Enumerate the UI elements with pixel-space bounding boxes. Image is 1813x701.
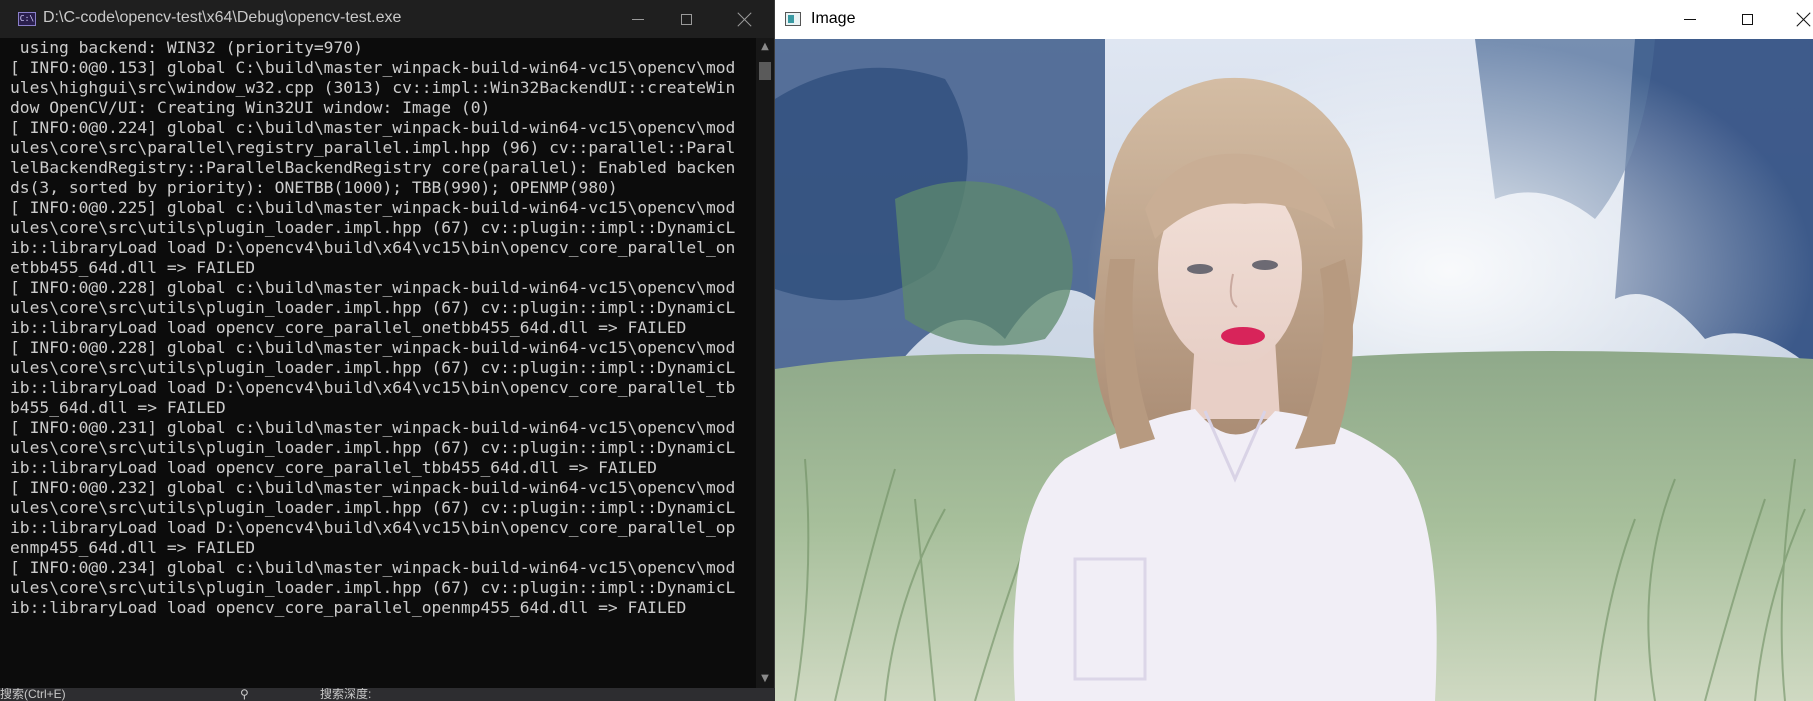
console-line: ib::libraryLoad load opencv_core_paralle… <box>10 598 687 617</box>
console-line: ib::libraryLoad load opencv_core_paralle… <box>10 318 687 337</box>
minimize-icon <box>1684 18 1696 20</box>
console-line: enmp455_64d.dll => FAILED <box>10 538 256 557</box>
background-search-icon: ⚲ <box>240 688 249 701</box>
console-line: b455_64d.dll => FAILED <box>10 398 226 417</box>
console-line: [ INFO:0@0.153] global C:\build\master_w… <box>10 58 736 77</box>
console-line: lelBackendRegistry::ParallelBackendRegis… <box>10 158 736 177</box>
console-line: [ INFO:0@0.228] global c:\build\master_w… <box>10 278 736 297</box>
console-line: ib::libraryLoad load opencv_core_paralle… <box>10 458 657 477</box>
image-window[interactable]: Image <box>775 0 1813 701</box>
image-close-button[interactable] <box>1775 0 1813 38</box>
background-depth-label: 搜索深度: <box>320 688 372 701</box>
background-ide-strip: 搜索(Ctrl+E) ⚲ 搜索深度: <box>0 688 775 701</box>
scroll-down-arrow-icon[interactable]: ▼ <box>756 670 774 688</box>
console-line: [ INFO:0@0.224] global c:\build\master_w… <box>10 118 736 137</box>
console-line: ules\core\src\utils\plugin_loader.impl.h… <box>10 498 736 517</box>
console-output[interactable]: using backend: WIN32 (priority=970)[ INF… <box>10 38 750 680</box>
console-line: [ INFO:0@0.225] global c:\build\master_w… <box>10 198 736 217</box>
console-window-title: D:\C-code\opencv-test\x64\Debug\opencv-t… <box>43 9 402 26</box>
console-line: ules\core\src\utils\plugin_loader.impl.h… <box>10 438 736 457</box>
console-line: ds(3, sorted by priority): ONETBB(1000);… <box>10 178 618 197</box>
image-maximize-button[interactable] <box>1719 0 1775 38</box>
image-display[interactable] <box>775 39 1813 701</box>
image-window-icon <box>785 12 801 26</box>
console-line: [ INFO:0@0.231] global c:\build\master_w… <box>10 418 736 437</box>
image-minimize-button[interactable] <box>1662 0 1718 38</box>
image-window-title: Image <box>811 10 856 27</box>
console-line: ules\core\src\parallel\registry_parallel… <box>10 138 736 157</box>
console-line: ules\core\src\utils\plugin_loader.impl.h… <box>10 298 736 317</box>
minimize-icon <box>632 18 644 20</box>
image-titlebar[interactable]: Image <box>775 0 1813 39</box>
console-maximize-button[interactable] <box>658 0 714 38</box>
console-line: dow OpenCV/UI: Creating Win32UI window: … <box>10 98 491 117</box>
scroll-up-arrow-icon[interactable]: ▲ <box>756 38 774 56</box>
console-line: ules\core\src\utils\plugin_loader.impl.h… <box>10 578 736 597</box>
console-line: ules\core\src\utils\plugin_loader.impl.h… <box>10 358 736 377</box>
console-scrollbar[interactable]: ▲ ▼ <box>756 38 774 688</box>
console-line: [ INFO:0@0.234] global c:\build\master_w… <box>10 558 736 577</box>
console-titlebar[interactable]: C:\ D:\C-code\opencv-test\x64\Debug\open… <box>0 0 774 38</box>
background-search-label: 搜索(Ctrl+E) <box>0 688 66 701</box>
maximize-icon <box>1741 13 1753 25</box>
console-line: ules\core\src\utils\plugin_loader.impl.h… <box>10 218 736 237</box>
console-app-icon: C:\ <box>18 12 36 26</box>
photo-portrait-image <box>775 39 1813 701</box>
close-icon <box>737 12 752 27</box>
console-line: ib::libraryLoad load D:\opencv4\build\x6… <box>10 378 736 397</box>
console-line: ib::libraryLoad load D:\opencv4\build\x6… <box>10 518 736 537</box>
console-close-button[interactable] <box>716 0 772 38</box>
scroll-thumb[interactable] <box>759 62 771 80</box>
console-line: etbb455_64d.dll => FAILED <box>10 258 256 277</box>
console-line: using backend: WIN32 (priority=970) <box>10 38 363 57</box>
console-line: ib::libraryLoad load D:\opencv4\build\x6… <box>10 238 736 257</box>
maximize-icon <box>680 13 692 25</box>
console-line: [ INFO:0@0.232] global c:\build\master_w… <box>10 478 736 497</box>
console-line: ules\highgui\src\window_w32.cpp (3013) c… <box>10 78 736 97</box>
console-line: [ INFO:0@0.228] global c:\build\master_w… <box>10 338 736 357</box>
console-window[interactable]: C:\ D:\C-code\opencv-test\x64\Debug\open… <box>0 0 775 701</box>
close-icon <box>1796 12 1811 27</box>
